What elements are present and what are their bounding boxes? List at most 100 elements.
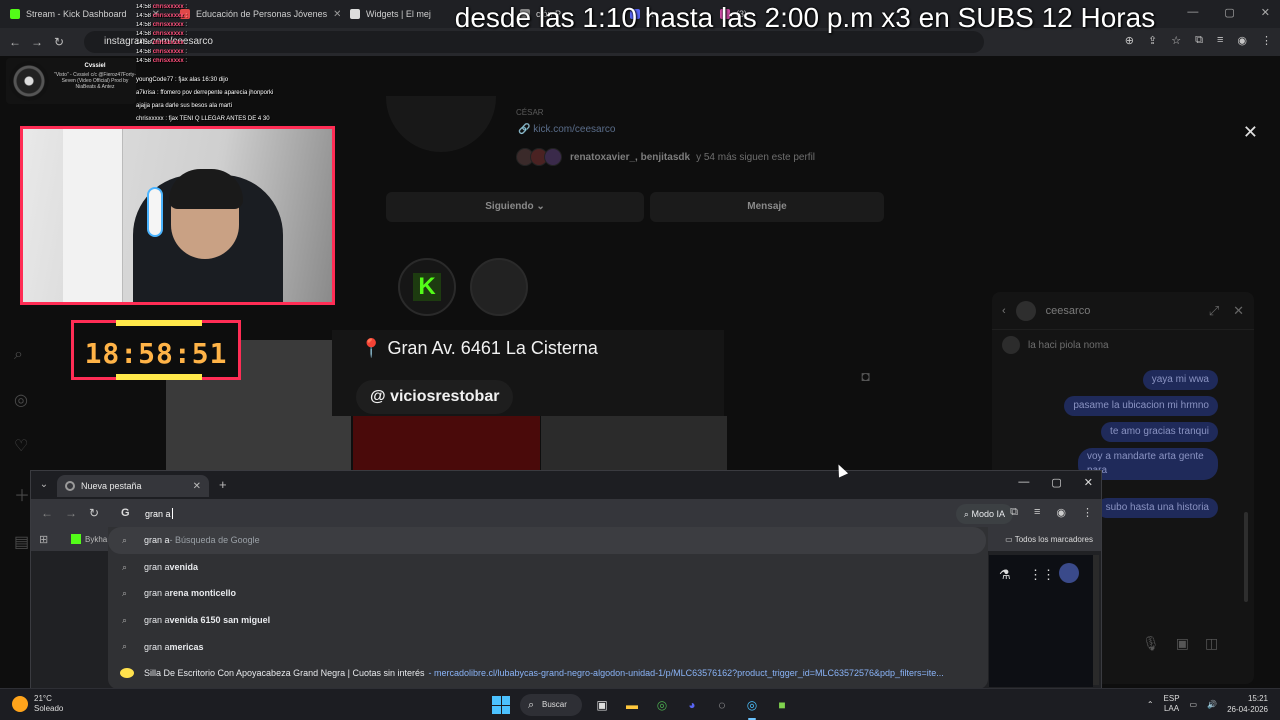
suggestion-completion: rena monticello (169, 588, 237, 599)
explore-icon[interactable]: ◎ (14, 390, 30, 410)
apps-icon[interactable]: ⊞ (39, 533, 48, 546)
media-icon[interactable]: ≡ (1034, 506, 1040, 519)
back-icon[interactable]: ← (41, 506, 53, 520)
tab-new-tab[interactable]: Nueva pestaña ✕ (57, 475, 209, 497)
bookmark-kick[interactable]: Bykha (71, 534, 107, 544)
language-indicator[interactable]: ESP LAA (1164, 694, 1180, 714)
weather-condition: Soleado (34, 704, 64, 713)
task-view-icon[interactable]: ▣ (592, 695, 612, 715)
chat-time: 14:58 (136, 4, 152, 10)
image-icon[interactable]: ▣ (1176, 635, 1189, 652)
suggestion-item[interactable]: ⌕ gran a mericas (108, 633, 988, 660)
expand-icon[interactable]: ⤢ (1209, 303, 1219, 319)
dashboard-icon[interactable]: ▤ (14, 532, 30, 552)
network-icon[interactable]: ▭ (1190, 700, 1198, 709)
shopping-suggestion[interactable]: Silla De Escritorio Con Apoyacabeza Gran… (108, 660, 988, 687)
chat-line: chrisxxxxx : fjax TENI Q LLEGAR ANTES DE… (136, 116, 270, 122)
menu-icon[interactable]: ⋮ (1082, 506, 1093, 519)
chrome-icon[interactable]: ◎ (652, 695, 672, 715)
highlight-kick[interactable]: Kkick (398, 258, 456, 339)
system-tray: ⌃ ESP LAA ▭ 🔊 15:21 26-04-2026 (1147, 693, 1268, 715)
reload-icon[interactable]: ↻ (48, 35, 70, 49)
all-bookmarks[interactable]: ▭ Todos los marcadores (1005, 535, 1093, 544)
forward-icon[interactable]: → (65, 506, 77, 520)
back-icon[interactable]: ‹ (1002, 305, 1006, 317)
chat-time: 14:58 (136, 13, 152, 19)
ai-mode-button[interactable]: ⌕ Modo IA (955, 504, 1013, 524)
avatar[interactable] (1059, 563, 1079, 583)
file-explorer-icon[interactable]: ▬ (622, 695, 642, 715)
dm-username[interactable]: ceesarco (1046, 305, 1091, 317)
create-icon[interactable]: ＋ (14, 482, 30, 506)
close-icon[interactable]: ✕ (193, 481, 201, 492)
suggestion-item[interactable]: ⌕ gran a venida 6150 san miguel (108, 607, 988, 634)
temperature: 21°C (34, 694, 52, 703)
suggestion-item[interactable]: ⌕ gran a - Búsqueda de Google (108, 527, 986, 554)
suggestion-item[interactable]: ⌕ gran a venida (108, 554, 988, 581)
scrollbar[interactable] (1093, 555, 1099, 685)
omnibox-input[interactable] (145, 506, 745, 522)
app-cube-icon[interactable]: ■ (772, 695, 792, 715)
outgoing-message: te amo gracias tranqui (1101, 422, 1218, 442)
music-widget: Cvssiel "Visto" - Cvssiel c/c @Fieroz47F… (6, 58, 136, 104)
chat-user: chrisxxxxx (152, 58, 184, 64)
extensions-icon[interactable]: ⧉ (1010, 506, 1018, 519)
shopping-title: Silla De Escritorio Con Apoyacabeza Gran… (144, 668, 425, 679)
close-icon[interactable]: ✕ (1243, 122, 1258, 143)
chat-text: : (185, 58, 188, 64)
reload-icon[interactable]: ↻ (89, 506, 99, 520)
profile-icon[interactable]: ◉ (1056, 506, 1066, 519)
clock-date: 26-04-2026 (1227, 705, 1268, 714)
highlight-c[interactable]: c (470, 258, 528, 339)
following-button[interactable]: Siguiendo ⌄ (386, 192, 644, 222)
scrollbar[interactable] (1244, 512, 1248, 602)
windows-start-icon[interactable] (492, 696, 510, 714)
maximize-icon[interactable]: ▢ (1051, 476, 1061, 489)
chat-line: 14:58 chrisxxxxx : (136, 49, 326, 58)
tagged-icon[interactable]: ◘ (862, 368, 870, 385)
outgoing-message: pasame la ubicacion mi hrmno (1064, 396, 1218, 416)
chrome-active-icon[interactable]: ◎ (742, 695, 762, 720)
discord-icon[interactable]: ◕ (682, 695, 702, 715)
chat-line: 14:58 chrisxxxxx : (136, 22, 326, 31)
new-tab-button[interactable]: + (219, 477, 227, 492)
close-icon[interactable]: ✕ (1084, 476, 1093, 489)
incoming-message: la haci piola noma (1002, 336, 1109, 354)
desktop: Stream - Kick Dashboard ✕ Educación de Pe… (0, 0, 1280, 720)
sticker-icon[interactable]: ◫ (1205, 635, 1218, 652)
chevron-up-icon[interactable]: ⌃ (1147, 700, 1154, 709)
ai-mode-label: Modo IA (971, 509, 1005, 519)
highlight-ring: K (398, 258, 456, 316)
followed-by[interactable]: renatoxavier_, benjitasdk y 54 más sigue… (516, 146, 815, 168)
search-icon: ⌕ (122, 535, 128, 545)
google-apps-icon[interactable]: ⋮⋮ (1029, 567, 1055, 583)
post-thumbnail[interactable] (353, 416, 540, 470)
suggestion-item[interactable]: ⌕ gran a rena monticello (108, 580, 988, 607)
obs-icon[interactable]: ◌ (712, 695, 732, 715)
keyboard-layout: LAA (1163, 704, 1180, 713)
omnibox[interactable]: G ⌕ Modo IA (111, 499, 1017, 529)
clock[interactable]: 15:21 26-04-2026 (1227, 693, 1268, 715)
volume-icon[interactable]: 🔊 (1207, 700, 1217, 709)
search-icon[interactable]: ⌕ (14, 346, 30, 364)
labs-icon[interactable]: ⚗ (999, 567, 1011, 583)
back-icon[interactable]: ← (4, 35, 26, 49)
close-icon[interactable]: ✕ (1233, 303, 1244, 319)
chat-text: : (185, 22, 188, 28)
forward-icon[interactable]: → (26, 35, 48, 49)
taskbar-search[interactable]: Buscar (520, 694, 582, 716)
taskbar: 21°CSoleado Buscar ▣ ▬ ◎ ◕ ◌ ◎ ■ ⌃ ESPLA… (0, 688, 1280, 720)
message-button[interactable]: Mensaje (650, 192, 884, 222)
kick-favicon-icon (71, 534, 81, 544)
chat-line: 14:58 chrisxxxxx : (136, 58, 326, 67)
weather-widget[interactable]: 21°C Soleado (12, 694, 63, 714)
location-label: Gran Av. 6461 La Cisterna (387, 338, 598, 358)
tab-search-icon[interactable]: ⌄ (31, 479, 57, 490)
profile-link[interactable]: 🔗 kick.com/ceesarco (518, 124, 615, 135)
post-thumbnail[interactable] (541, 416, 727, 470)
mention-chip[interactable]: @ viciosrestobar (356, 380, 514, 414)
suggestion-completion: venida 6150 san miguel (169, 615, 271, 626)
notifications-icon[interactable]: ♡ (14, 436, 30, 456)
minimize-icon[interactable]: — (1018, 476, 1029, 489)
mic-icon[interactable]: 🎙 (1142, 635, 1160, 652)
